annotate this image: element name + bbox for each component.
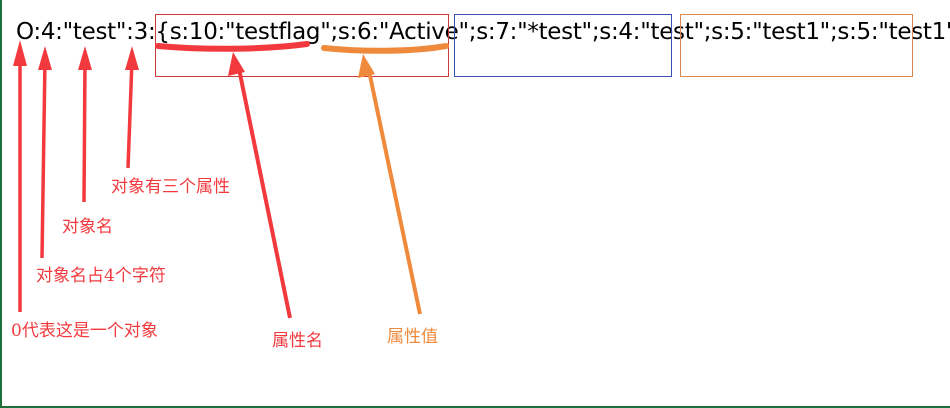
arrow-property-name [236, 63, 292, 319]
label-property-value: 属性值 [387, 327, 438, 347]
label-name-length: 对象名占4个字符 [36, 266, 166, 286]
arrow-property-count [126, 59, 134, 169]
arrowhead-property-name [228, 52, 245, 76]
arrowhead-property-value [358, 54, 375, 78]
property-name-underline [155, 41, 310, 52]
label-property-count: 对象有三个属性 [111, 177, 230, 197]
arrowhead-object-name [78, 46, 92, 70]
arrow-property-value [366, 65, 422, 315]
arrowhead-object-marker [13, 40, 27, 66]
arrowhead-name-length [38, 46, 52, 70]
diagram-canvas: O:4:"test":3:{s:10:"testflag";s:6:"Activ… [0, 0, 950, 408]
arrow-object-name [82, 59, 87, 203]
arrow-name-length [40, 59, 47, 259]
label-property-name: 属性名 [272, 331, 323, 351]
property-value-underline [321, 43, 449, 54]
label-object-marker: 0代表这是一个对象 [11, 321, 158, 341]
label-object-name: 对象名 [62, 217, 113, 237]
arrowhead-property-count [125, 46, 139, 70]
annotation-overlay [13, 40, 449, 319]
